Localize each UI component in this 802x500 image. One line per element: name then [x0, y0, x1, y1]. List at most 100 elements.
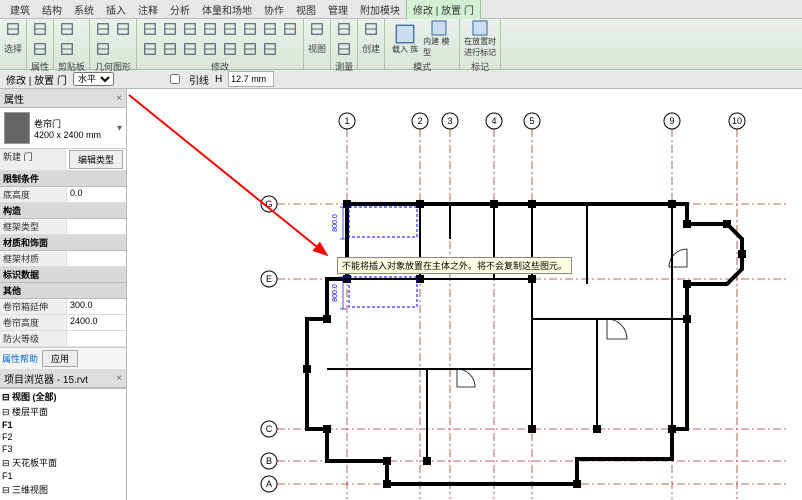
browser-node[interactable]: F2	[0, 431, 126, 443]
property-row[interactable]: 底高度0.0	[0, 187, 126, 203]
property-row[interactable]: 卷帘箱延伸300.0	[0, 299, 126, 315]
dim-prefix: H	[215, 74, 222, 85]
property-row[interactable]: 卷帘高度2400.0	[0, 315, 126, 331]
instance-filter[interactable]: 新建 门	[0, 149, 66, 170]
properties-help-link[interactable]: 属性帮助	[0, 350, 40, 367]
ribbon-big-button[interactable]: 载入 族	[389, 20, 421, 58]
browser-header: 项目浏览器 - 15.rvt ×	[0, 369, 126, 388]
svg-text:1: 1	[344, 116, 349, 126]
dim-input[interactable]	[228, 71, 274, 87]
ribbon-button[interactable]	[261, 20, 279, 38]
ribbon-button[interactable]	[181, 40, 199, 58]
ribbon-button[interactable]	[221, 20, 239, 38]
ribbon-group-label: 模式	[389, 59, 455, 73]
svg-text:E: E	[266, 274, 272, 284]
type-thumbnail	[4, 112, 30, 144]
ribbon-button[interactable]	[58, 40, 76, 58]
ribbon-button[interactable]	[4, 20, 22, 38]
ribbon-button[interactable]	[281, 20, 299, 38]
browser-node[interactable]: ⊟ 天花板平面	[0, 455, 126, 470]
type-size: 4200 x 2400 mm	[34, 130, 101, 140]
ribbon-group-label: 测量	[335, 59, 353, 73]
leader-checkbox[interactable]	[170, 74, 180, 84]
tab-9[interactable]: 管理	[322, 0, 354, 19]
tab-6[interactable]: 体量和场地	[196, 0, 258, 19]
browser-node[interactable]: ⊟ 视图 (全部)	[0, 389, 126, 404]
ribbon-big-button[interactable]: 内建 模型	[423, 20, 455, 58]
svg-text:3: 3	[447, 116, 452, 126]
ribbon-button[interactable]	[31, 40, 49, 58]
browser-node[interactable]: F1	[0, 419, 126, 431]
ribbon-button[interactable]	[335, 20, 353, 38]
browser-node[interactable]: ⊟ 三维视图	[0, 482, 126, 497]
property-row[interactable]: 防火等级	[0, 331, 126, 347]
ribbon-group-label: 选择	[4, 41, 22, 55]
ribbon-button[interactable]	[94, 40, 112, 58]
svg-text:2: 2	[417, 116, 422, 126]
close-icon[interactable]: ×	[116, 93, 122, 104]
browser-node[interactable]: F3	[0, 443, 126, 455]
ribbon: 选择属性剪贴板几何图形修改视图测量创建载入 族内建 模型模式在放置时 进行标记标…	[0, 19, 802, 70]
left-panel: 属性 × 卷帘门 4200 x 2400 mm ▾ 新建 门 编辑类型 限制条件…	[0, 89, 127, 500]
tab-2[interactable]: 系统	[68, 0, 100, 19]
ribbon-button[interactable]	[94, 20, 112, 38]
tab-1[interactable]: 结构	[36, 0, 68, 19]
browser-node[interactable]: F1	[0, 470, 126, 482]
type-selector[interactable]: 卷帘门 4200 x 2400 mm ▾	[0, 108, 126, 149]
tab-10[interactable]: 附加模块	[354, 0, 406, 19]
ribbon-button[interactable]	[141, 40, 159, 58]
drawing-canvas[interactable]: 12345910GECBA	[127, 89, 802, 500]
chevron-down-icon[interactable]: ▾	[117, 123, 122, 134]
property-category: 限制条件	[0, 171, 126, 187]
ribbon-big-button[interactable]: 在放置时 进行标记	[464, 20, 496, 58]
ribbon-button[interactable]	[221, 40, 239, 58]
svg-text:B: B	[266, 456, 272, 466]
svg-text:5: 5	[529, 116, 534, 126]
ribbon-group-label: 几何图形	[94, 59, 132, 73]
ribbon-group-label: 修改	[141, 59, 299, 73]
ribbon-button[interactable]	[335, 40, 353, 58]
property-row[interactable]: 框架类型	[0, 219, 126, 235]
ribbon-button[interactable]	[308, 20, 326, 38]
floor-plan: 12345910GECBA	[127, 89, 802, 500]
rotate-select[interactable]: 水平	[73, 72, 114, 86]
tab-8[interactable]: 视图	[290, 0, 322, 19]
tab-4[interactable]: 注释	[132, 0, 164, 19]
svg-text:A: A	[266, 479, 272, 489]
svg-text:4: 4	[491, 116, 496, 126]
column-marks	[303, 200, 746, 488]
property-row[interactable]: 框架材质	[0, 251, 126, 267]
tab-7[interactable]: 协作	[258, 0, 290, 19]
ribbon-button[interactable]	[362, 20, 380, 38]
project-browser[interactable]: ⊟ 视图 (全部)⊟ 楼层平面F1F2F3⊟ 天花板平面F1⊟ 三维视图⊟ 立面…	[0, 388, 126, 500]
svg-text:C: C	[266, 424, 273, 434]
options-prefix: 修改 | 放置 门	[6, 72, 67, 87]
ribbon-button[interactable]	[161, 20, 179, 38]
ribbon-button[interactable]	[114, 20, 132, 38]
type-family: 卷帘门	[34, 117, 101, 130]
ribbon-button[interactable]	[161, 40, 179, 58]
ribbon-button[interactable]	[141, 20, 159, 38]
ribbon-button[interactable]	[241, 40, 259, 58]
tab-0[interactable]: 建筑	[4, 0, 36, 19]
ribbon-button[interactable]	[261, 40, 279, 58]
svg-text:9: 9	[669, 116, 674, 126]
tab-5[interactable]: 分析	[164, 0, 196, 19]
edit-type-button[interactable]: 编辑类型	[69, 150, 123, 169]
close-icon[interactable]: ×	[116, 373, 122, 384]
browser-node[interactable]: ⊟ 楼层平面	[0, 404, 126, 419]
property-category: 构造	[0, 203, 126, 219]
ribbon-button[interactable]	[241, 20, 259, 38]
ribbon-button[interactable]	[58, 20, 76, 38]
tab-3[interactable]: 插入	[100, 0, 132, 19]
ribbon-group-label: 视图	[308, 41, 326, 55]
property-category: 其他	[0, 283, 126, 299]
ribbon-button[interactable]	[181, 20, 199, 38]
properties-header: 属性 ×	[0, 89, 126, 108]
ribbon-button[interactable]	[31, 20, 49, 38]
tab-11[interactable]: 修改 | 放置 门	[406, 0, 481, 19]
ribbon-button[interactable]	[201, 40, 219, 58]
apply-button[interactable]: 应用	[42, 350, 78, 367]
ribbon-button[interactable]	[201, 20, 219, 38]
property-category: 标识数据	[0, 267, 126, 283]
